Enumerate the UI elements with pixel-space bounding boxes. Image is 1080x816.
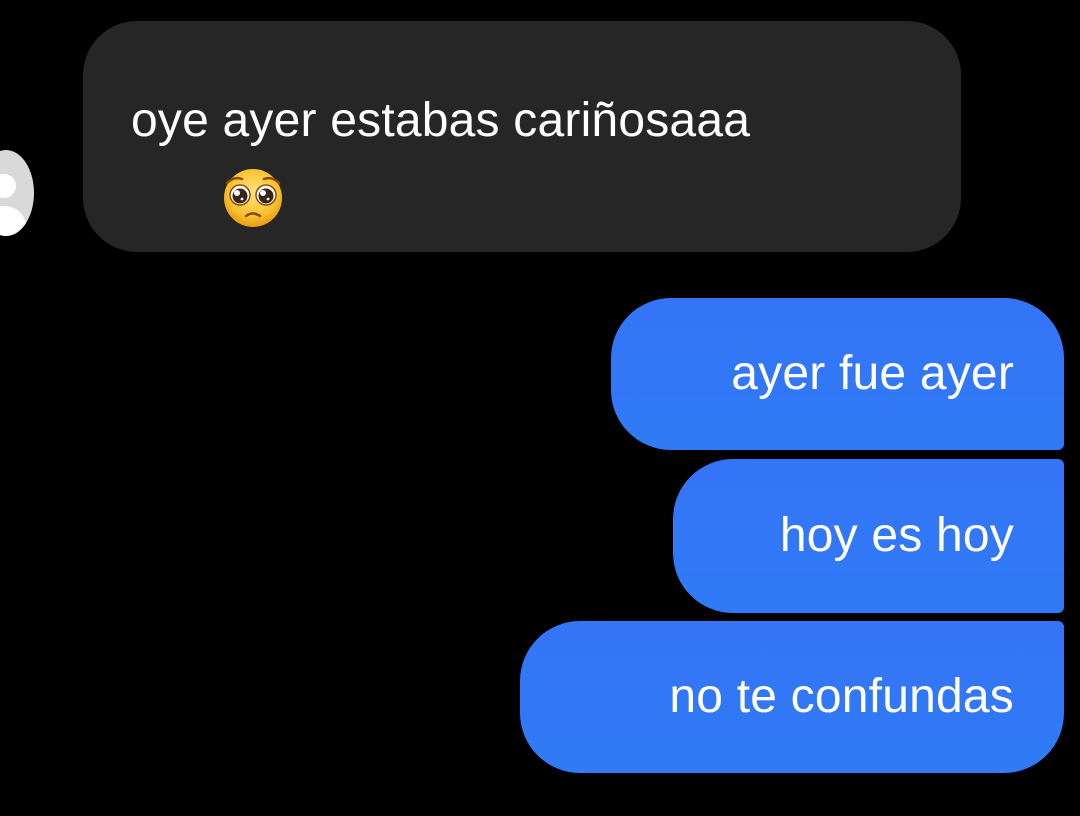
sent-message-bubble[interactable]: hoy es hoy: [673, 459, 1064, 613]
sent-message-bubble[interactable]: ayer fue ayer: [611, 298, 1064, 450]
received-message-bubble[interactable]: oye ayer estabas cariñosaaa: [83, 21, 961, 252]
pleading-face-icon: [217, 168, 289, 228]
sent-message-text: ayer fue ayer: [731, 347, 1014, 400]
avatar[interactable]: [0, 150, 34, 236]
avatar-shoulders-shape: [0, 206, 26, 236]
sent-message-text: no te confundas: [669, 670, 1014, 723]
received-message-text: oye ayer estabas cariñosaaa: [131, 94, 751, 147]
sent-message-text: hoy es hoy: [779, 509, 1014, 562]
sent-message-bubble[interactable]: no te confundas: [520, 621, 1064, 773]
avatar-head-shape: [0, 174, 16, 198]
